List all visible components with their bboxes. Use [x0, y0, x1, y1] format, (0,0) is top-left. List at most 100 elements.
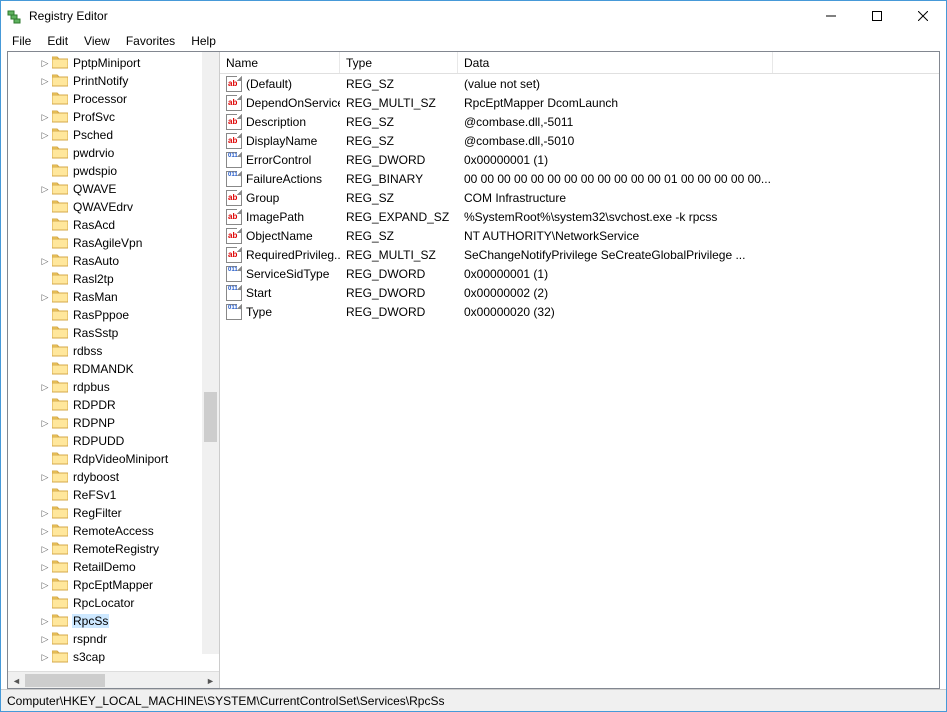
tree-item[interactable]: ▷rdyboost — [8, 468, 219, 486]
tree-item[interactable]: ▷RasMan — [8, 288, 219, 306]
expander-icon[interactable]: ▷ — [38, 560, 52, 574]
tree-item[interactable]: pwdspio — [8, 162, 219, 180]
close-button[interactable] — [900, 1, 946, 31]
expander-icon — [38, 164, 52, 178]
folder-icon — [52, 577, 68, 593]
expander-icon[interactable]: ▷ — [38, 632, 52, 646]
expander-icon[interactable]: ▷ — [38, 470, 52, 484]
string-value-icon — [226, 247, 242, 263]
tree-item[interactable]: RasSstp — [8, 324, 219, 342]
folder-icon — [52, 307, 68, 323]
tree-item[interactable]: RasPppoe — [8, 306, 219, 324]
menu-edit[interactable]: Edit — [40, 33, 75, 49]
expander-icon[interactable]: ▷ — [38, 416, 52, 430]
expander-icon[interactable]: ▷ — [38, 524, 52, 538]
tree-item[interactable]: QWAVEdrv — [8, 198, 219, 216]
value-row[interactable]: DescriptionREG_SZ@combase.dll,-5011 — [220, 112, 939, 131]
scroll-left-icon[interactable]: ◄ — [8, 672, 25, 689]
value-row[interactable]: ServiceSidTypeREG_DWORD0x00000001 (1) — [220, 264, 939, 283]
tree-item[interactable]: ▷QWAVE — [8, 180, 219, 198]
tree-item[interactable]: ▷RpcEptMapper — [8, 576, 219, 594]
folder-icon — [52, 559, 68, 575]
tree-item[interactable]: ▷rspndr — [8, 630, 219, 648]
menu-view[interactable]: View — [77, 33, 117, 49]
expander-icon[interactable]: ▷ — [38, 614, 52, 628]
value-data: 00 00 00 00 00 00 00 00 00 00 00 00 01 0… — [458, 172, 939, 186]
folder-icon — [52, 361, 68, 377]
tree-item[interactable]: RdpVideoMiniport — [8, 450, 219, 468]
string-value-icon — [226, 228, 242, 244]
expander-icon[interactable]: ▷ — [38, 74, 52, 88]
tree-horizontal-scrollbar[interactable]: ◄ ► — [8, 671, 219, 688]
menu-file[interactable]: File — [5, 33, 38, 49]
value-row[interactable]: RequiredPrivileg...REG_MULTI_SZSeChangeN… — [220, 245, 939, 264]
list-body[interactable]: (Default)REG_SZ(value not set)DependOnSe… — [220, 74, 939, 321]
value-row[interactable]: ErrorControlREG_DWORD0x00000001 (1) — [220, 150, 939, 169]
tree-item[interactable]: ▷ RpcSs — [8, 612, 219, 630]
expander-icon[interactable]: ▷ — [38, 290, 52, 304]
expander-icon[interactable]: ▷ — [38, 578, 52, 592]
column-type[interactable]: Type — [340, 52, 458, 73]
tree-item[interactable]: ▷rdpbus — [8, 378, 219, 396]
tree-item[interactable]: Processor — [8, 90, 219, 108]
maximize-button[interactable] — [854, 1, 900, 31]
expander-icon — [38, 398, 52, 412]
tree-item[interactable]: RasAcd — [8, 216, 219, 234]
scrollbar-thumb[interactable] — [204, 392, 217, 442]
minimize-button[interactable] — [808, 1, 854, 31]
tree-item[interactable]: ReFSv1 — [8, 486, 219, 504]
menu-help[interactable]: Help — [184, 33, 223, 49]
value-row[interactable]: ImagePathREG_EXPAND_SZ%SystemRoot%\syste… — [220, 207, 939, 226]
window-title: Registry Editor — [29, 9, 108, 23]
tree-item[interactable]: RDPUDD — [8, 432, 219, 450]
expander-icon[interactable]: ▷ — [38, 110, 52, 124]
tree-item[interactable]: ▷ProfSvc — [8, 108, 219, 126]
value-row[interactable]: DisplayNameREG_SZ@combase.dll,-5010 — [220, 131, 939, 150]
titlebar[interactable]: Registry Editor — [1, 1, 946, 31]
tree-item[interactable]: rdbss — [8, 342, 219, 360]
tree-item[interactable]: ▷RDPNP — [8, 414, 219, 432]
tree-item[interactable]: RasAgileVpn — [8, 234, 219, 252]
scroll-right-icon[interactable]: ► — [202, 672, 219, 689]
tree-item[interactable]: ▷PrintNotify — [8, 72, 219, 90]
value-data: %SystemRoot%\system32\svchost.exe -k rpc… — [458, 210, 939, 224]
expander-icon[interactable]: ▷ — [38, 254, 52, 268]
expander-icon[interactable]: ▷ — [38, 506, 52, 520]
value-row[interactable]: StartREG_DWORD0x00000002 (2) — [220, 283, 939, 302]
tree-item[interactable]: ▷PptpMiniport — [8, 54, 219, 72]
value-row[interactable]: GroupREG_SZCOM Infrastructure — [220, 188, 939, 207]
tree-vertical-scrollbar[interactable] — [202, 52, 219, 654]
value-row[interactable]: FailureActionsREG_BINARY00 00 00 00 00 0… — [220, 169, 939, 188]
value-data: COM Infrastructure — [458, 191, 939, 205]
tree-item[interactable]: Rasl2tp — [8, 270, 219, 288]
value-row[interactable]: ObjectNameREG_SZNT AUTHORITY\NetworkServ… — [220, 226, 939, 245]
column-data[interactable]: Data — [458, 52, 773, 73]
tree-item[interactable]: ▷s3cap — [8, 648, 219, 666]
value-row[interactable]: DependOnServiceREG_MULTI_SZRpcEptMapper … — [220, 93, 939, 112]
expander-icon[interactable]: ▷ — [38, 380, 52, 394]
tree-item[interactable]: RpcLocator — [8, 594, 219, 612]
expander-icon[interactable]: ▷ — [38, 128, 52, 142]
column-name[interactable]: Name — [220, 52, 340, 73]
tree-item[interactable]: ▷RegFilter — [8, 504, 219, 522]
tree-item-label: RpcSs — [72, 614, 109, 628]
tree-item[interactable]: ▷RetailDemo — [8, 558, 219, 576]
tree-item[interactable]: ▷ RemoteAccess — [8, 522, 219, 540]
scrollbar-thumb[interactable] — [25, 674, 105, 687]
tree-item-label: RemoteAccess — [72, 524, 155, 538]
tree-item[interactable]: ▷RemoteRegistry — [8, 540, 219, 558]
tree-item[interactable]: pwdrvio — [8, 144, 219, 162]
expander-icon[interactable]: ▷ — [38, 650, 52, 664]
tree-item[interactable]: ▷Psched — [8, 126, 219, 144]
tree-item[interactable]: RDMANDK — [8, 360, 219, 378]
expander-icon[interactable]: ▷ — [38, 542, 52, 556]
tree-item[interactable]: ▷RasAuto — [8, 252, 219, 270]
value-row[interactable]: (Default)REG_SZ(value not set) — [220, 74, 939, 93]
expander-icon[interactable]: ▷ — [38, 182, 52, 196]
expander-icon[interactable]: ▷ — [38, 56, 52, 70]
tree-item[interactable]: RDPDR — [8, 396, 219, 414]
value-type: REG_DWORD — [340, 305, 458, 319]
value-row[interactable]: TypeREG_DWORD0x00000020 (32) — [220, 302, 939, 321]
tree-scroll[interactable]: ▷PptpMiniport▷PrintNotifyProcessor▷ProfS… — [8, 52, 219, 671]
menu-favorites[interactable]: Favorites — [119, 33, 182, 49]
